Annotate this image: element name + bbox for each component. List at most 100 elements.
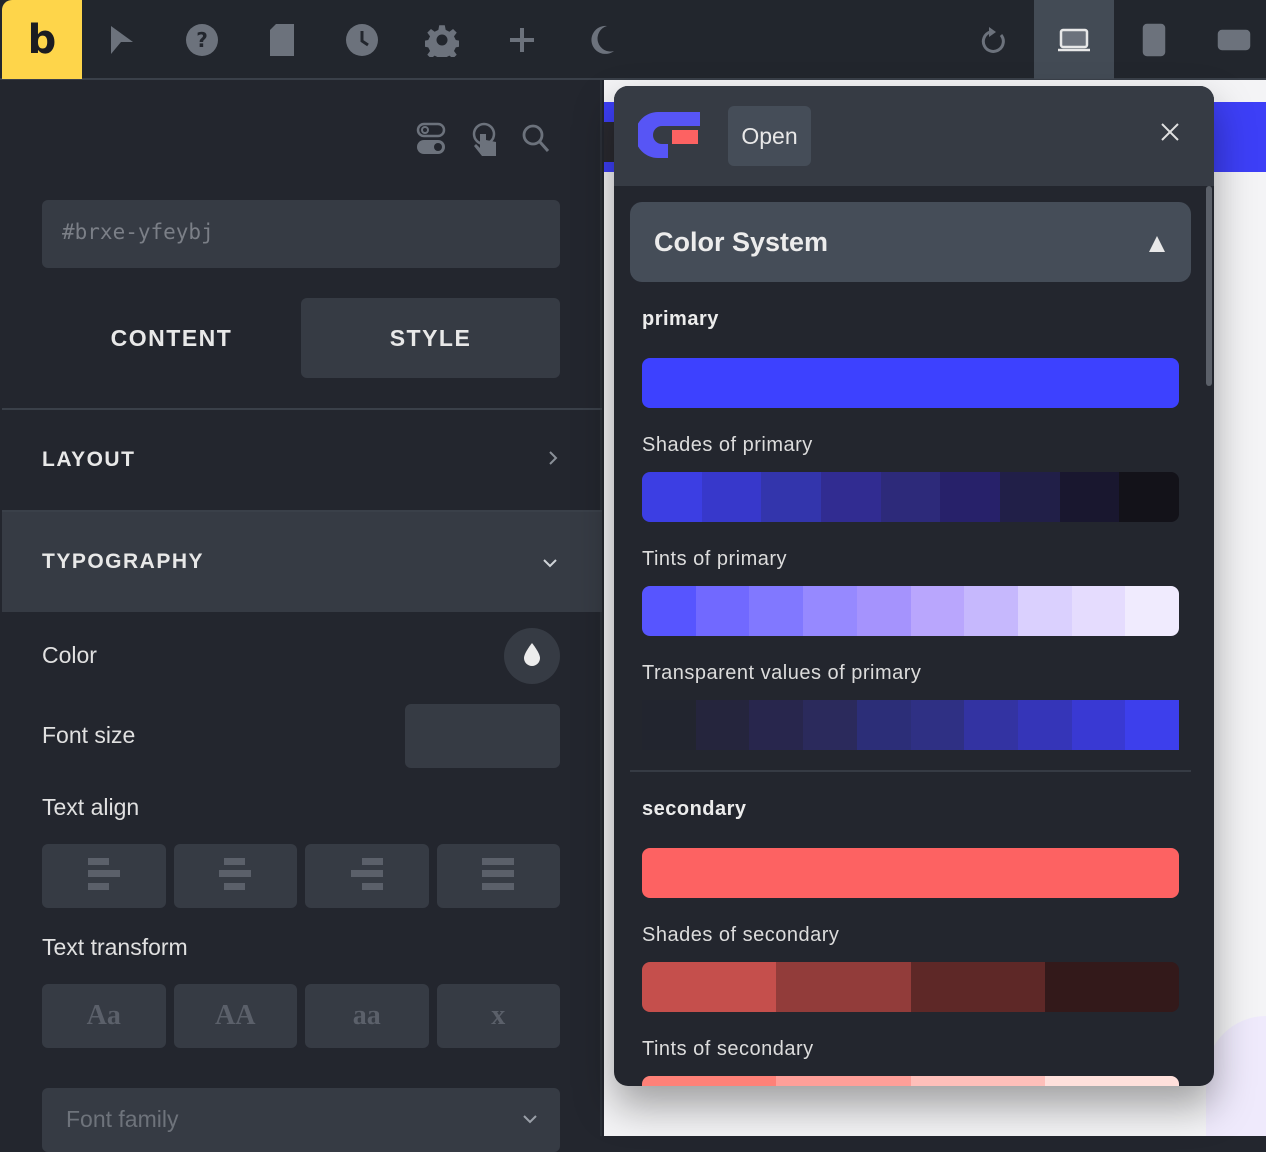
- secondary-shades-swatch: [642, 962, 1179, 1012]
- mobile-portrait-icon[interactable]: [1114, 0, 1194, 79]
- popup-header: Open: [614, 86, 1214, 186]
- chevron-down-icon: [522, 1108, 538, 1129]
- color-chip[interactable]: [776, 962, 911, 1012]
- color-chip[interactable]: [642, 962, 777, 1012]
- font-family-select[interactable]: Font family: [42, 1088, 560, 1152]
- triangle-up-icon: [1147, 230, 1167, 261]
- tab-content[interactable]: CONTENT: [42, 298, 301, 378]
- color-chip[interactable]: [642, 848, 1179, 898]
- dark-mode-icon[interactable]: [562, 0, 642, 79]
- toggle-icon[interactable]: [416, 122, 448, 161]
- font-size-input[interactable]: [405, 704, 560, 768]
- color-chip[interactable]: [761, 472, 822, 522]
- color-chip[interactable]: [910, 586, 965, 636]
- color-system-logo-icon: [635, 110, 700, 165]
- color-chip[interactable]: [1125, 700, 1179, 750]
- color-chip[interactable]: [880, 472, 941, 522]
- primary-tints-swatch: [642, 586, 1179, 636]
- align-right-icon: [349, 856, 385, 897]
- settings-icon[interactable]: [402, 0, 482, 79]
- color-chip[interactable]: [749, 700, 804, 750]
- secondary-base-swatch[interactable]: [642, 848, 1179, 898]
- desktop-icon[interactable]: [1034, 0, 1114, 79]
- refresh-icon[interactable]: [954, 0, 1034, 79]
- search-icon[interactable]: [522, 122, 550, 159]
- color-chip[interactable]: [856, 700, 911, 750]
- tints-label: Tints of secondary: [642, 1038, 814, 1060]
- secondary-tints-swatch: [642, 1076, 1179, 1086]
- align-left-icon: [86, 856, 122, 897]
- color-chip[interactable]: [642, 1076, 777, 1086]
- color-chip[interactable]: [856, 586, 911, 636]
- color-chip[interactable]: [1059, 472, 1120, 522]
- color-chip[interactable]: [803, 586, 857, 636]
- align-left-button[interactable]: [42, 844, 166, 908]
- color-chip[interactable]: [1044, 962, 1179, 1012]
- section-typography[interactable]: TYPOGRAPHY: [2, 512, 602, 612]
- capitalize-button[interactable]: Aa: [42, 984, 166, 1048]
- lowercase-button[interactable]: aa: [305, 984, 429, 1048]
- color-chip[interactable]: [964, 586, 1018, 636]
- logo-button[interactable]: b: [2, 0, 82, 79]
- color-chip[interactable]: [964, 700, 1018, 750]
- popup-scrollbar[interactable]: [1206, 186, 1212, 386]
- text-align-label: Text align: [42, 794, 140, 820]
- group-title-secondary: secondary: [642, 798, 747, 820]
- open-button[interactable]: Open: [728, 106, 811, 166]
- color-chip[interactable]: [1119, 472, 1179, 522]
- color-chip[interactable]: [642, 472, 702, 522]
- color-chip[interactable]: [776, 1076, 911, 1086]
- color-chip[interactable]: [749, 586, 804, 636]
- tints-label: Tints of primary: [642, 548, 788, 570]
- color-picker-button[interactable]: [504, 628, 560, 684]
- align-right-button[interactable]: [305, 844, 429, 908]
- group-divider: [630, 770, 1191, 772]
- color-chip[interactable]: [1017, 700, 1072, 750]
- color-system-accordion[interactable]: Color System: [630, 202, 1191, 282]
- color-chip[interactable]: [701, 472, 762, 522]
- text-align-group: [42, 844, 560, 908]
- color-chip[interactable]: [1071, 700, 1126, 750]
- section-label: TYPOGRAPHY: [42, 550, 205, 573]
- align-justify-icon: [480, 856, 516, 897]
- color-chip[interactable]: [821, 472, 881, 522]
- top-toolbar: b ?: [0, 0, 1266, 80]
- color-chip[interactable]: [910, 962, 1045, 1012]
- none-transform-button[interactable]: x: [436, 984, 560, 1048]
- primary-base-swatch[interactable]: [642, 358, 1179, 408]
- color-chip[interactable]: [695, 700, 750, 750]
- cursor-icon[interactable]: [82, 0, 162, 79]
- section-layout[interactable]: LAYOUT: [2, 410, 602, 510]
- color-chip[interactable]: [940, 472, 1001, 522]
- color-chip[interactable]: [642, 358, 1179, 408]
- tab-style[interactable]: STYLE: [301, 298, 560, 378]
- color-chip[interactable]: [910, 1076, 1045, 1086]
- color-chip[interactable]: [910, 700, 965, 750]
- page-icon[interactable]: [242, 0, 322, 79]
- color-chip[interactable]: [1017, 586, 1072, 636]
- color-chip[interactable]: [803, 700, 857, 750]
- mobile-landscape-icon[interactable]: [1194, 0, 1266, 79]
- interactions-icon[interactable]: [470, 122, 500, 161]
- canvas-element: [604, 122, 614, 162]
- color-chip[interactable]: [1044, 1076, 1179, 1086]
- primary-shades-swatch: [642, 472, 1179, 522]
- align-center-button[interactable]: [173, 844, 297, 908]
- color-chip[interactable]: [1125, 586, 1179, 636]
- color-chip[interactable]: [1000, 472, 1060, 522]
- section-label: LAYOUT: [42, 448, 136, 471]
- align-justify-button[interactable]: [436, 844, 560, 908]
- color-chip[interactable]: [1071, 586, 1126, 636]
- font-size-label: Font size: [42, 722, 136, 748]
- history-icon[interactable]: [322, 0, 402, 79]
- close-icon[interactable]: [1160, 122, 1180, 147]
- color-chip[interactable]: [695, 586, 750, 636]
- uppercase-button[interactable]: AA: [173, 984, 297, 1048]
- transparent-label: Transparent values of primary: [642, 662, 922, 684]
- color-chip[interactable]: [642, 586, 696, 636]
- add-icon[interactable]: [482, 0, 562, 79]
- css-id-input[interactable]: #brxe-yfeybj: [42, 200, 560, 268]
- color-chip[interactable]: [642, 700, 696, 750]
- shades-label: Shades of primary: [642, 434, 813, 456]
- help-icon[interactable]: ?: [162, 0, 242, 79]
